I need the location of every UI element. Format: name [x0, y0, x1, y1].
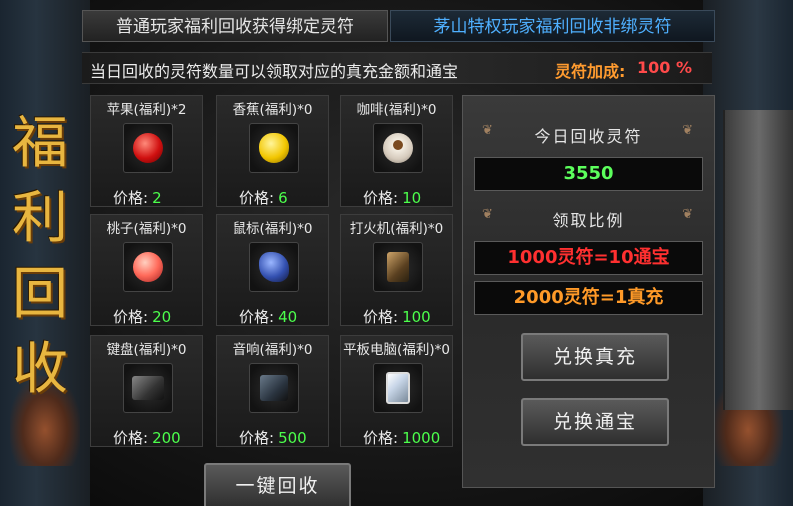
- item-icon-frame: [373, 123, 423, 173]
- stone-pillar-right: [723, 110, 793, 410]
- item-name: 咖啡(福利)*0: [356, 102, 437, 118]
- speaker-icon: [260, 375, 288, 401]
- item-slot-tablet[interactable]: 平板电脑(福利)*0 价格: 1000: [340, 335, 453, 447]
- today-recycle-count: 3550: [474, 157, 703, 191]
- item-price: 价格: 40: [239, 308, 298, 326]
- item-price: 价格: 6: [239, 189, 288, 207]
- item-slot-banana[interactable]: 香蕉(福利)*0 价格: 6: [216, 95, 329, 207]
- mouse-icon: [259, 252, 289, 282]
- side-title-char: 利: [12, 186, 68, 252]
- item-name: 香蕉(福利)*0: [232, 102, 313, 118]
- exchange-ratio-label: 领取比例: [472, 207, 705, 231]
- tab-normal-recycle[interactable]: 普通玩家福利回收获得绑定灵符: [82, 10, 388, 42]
- bonus-value: 100 %: [637, 58, 692, 77]
- item-price: 价格: 1000: [363, 429, 441, 447]
- tab-vip-recycle[interactable]: 茅山特权玩家福利回收非绑灵符: [390, 10, 715, 42]
- item-price: 价格: 100: [363, 308, 431, 326]
- item-name: 键盘(福利)*0: [106, 342, 187, 358]
- one-key-recycle-button[interactable]: 一键回收: [204, 463, 351, 506]
- apple-icon: [133, 133, 163, 163]
- item-price-value: 6: [278, 189, 288, 207]
- item-name: 苹果(福利)*2: [106, 102, 187, 118]
- item-price-value: 10: [402, 189, 422, 207]
- peach-icon: [133, 252, 163, 282]
- keyboard-icon: [132, 376, 164, 400]
- side-title-char: 收: [12, 336, 68, 402]
- item-price-value: 500: [278, 429, 307, 447]
- item-slot-lighter[interactable]: 打火机(福利)*0 价格: 100: [340, 214, 453, 326]
- banana-icon: [259, 133, 289, 163]
- item-name: 桃子(福利)*0: [106, 221, 187, 237]
- exchange-tongbao-button[interactable]: 兑换通宝: [521, 398, 669, 446]
- item-name: 音响(福利)*0: [232, 342, 313, 358]
- item-price-value: 1000: [402, 429, 441, 447]
- item-grid: 苹果(福利)*2 价格: 2 香蕉(福利)*0 价格: 6 咖啡(福利)*0 价格:…: [90, 95, 455, 452]
- item-icon-frame: [123, 123, 173, 173]
- item-slot-keyboard[interactable]: 键盘(福利)*0 价格: 200: [90, 335, 203, 447]
- item-name: 打火机(福利)*0: [349, 221, 444, 237]
- ratio-cash: 2000灵符=1真充: [474, 281, 703, 315]
- today-recycle-label: 今日回收灵符: [472, 123, 705, 147]
- item-price-value: 200: [152, 429, 181, 447]
- side-title-char: 福: [12, 111, 68, 176]
- game-window: 普通玩家福利回收获得绑定灵符 茅山特权玩家福利回收非绑灵符 当日回收的灵符数量可…: [0, 0, 793, 506]
- tablet-icon: [386, 372, 410, 404]
- item-icon-frame: [249, 123, 299, 173]
- item-price-value: 40: [278, 308, 298, 326]
- item-price-value: 2: [152, 189, 162, 207]
- item-price-value: 100: [402, 308, 431, 326]
- item-icon-frame: [123, 363, 173, 413]
- item-price: 价格: 500: [239, 429, 307, 447]
- item-icon-frame: [249, 363, 299, 413]
- item-slot-speaker[interactable]: 音响(福利)*0 价格: 500: [216, 335, 329, 447]
- bonus-label: 灵符加成:: [555, 62, 626, 81]
- side-title-welfare-recycle: 福 利 回 收: [6, 112, 74, 402]
- item-price-value: 20: [152, 308, 172, 326]
- item-slot-peach[interactable]: 桃子(福利)*0 价格: 20: [90, 214, 203, 326]
- item-slot-mouse[interactable]: 鼠标(福利)*0 价格: 40: [216, 214, 329, 326]
- coffee-icon: [383, 133, 413, 163]
- item-price: 价格: 200: [113, 429, 181, 447]
- lighter-icon: [387, 252, 409, 282]
- side-title-char: 回: [12, 261, 68, 327]
- item-slot-apple[interactable]: 苹果(福利)*2 价格: 2: [90, 95, 203, 207]
- notice-text: 当日回收的灵符数量可以领取对应的真充金额和通宝: [90, 62, 459, 81]
- item-icon-frame: [373, 242, 423, 292]
- item-icon-frame: [249, 242, 299, 292]
- item-name: 鼠标(福利)*0: [232, 221, 313, 237]
- exchange-cash-button[interactable]: 兑换真充: [521, 333, 669, 381]
- item-price: 价格: 20: [113, 308, 172, 326]
- ratio-tongbao: 1000灵符=10通宝: [474, 241, 703, 275]
- item-price: 价格: 10: [363, 189, 422, 207]
- item-price: 价格: 2: [113, 189, 162, 207]
- item-icon-frame: [123, 242, 173, 292]
- item-name: 平板电脑(福利)*0: [343, 342, 450, 358]
- item-slot-coffee[interactable]: 咖啡(福利)*0 价格: 10: [340, 95, 453, 207]
- item-icon-frame: [373, 363, 423, 413]
